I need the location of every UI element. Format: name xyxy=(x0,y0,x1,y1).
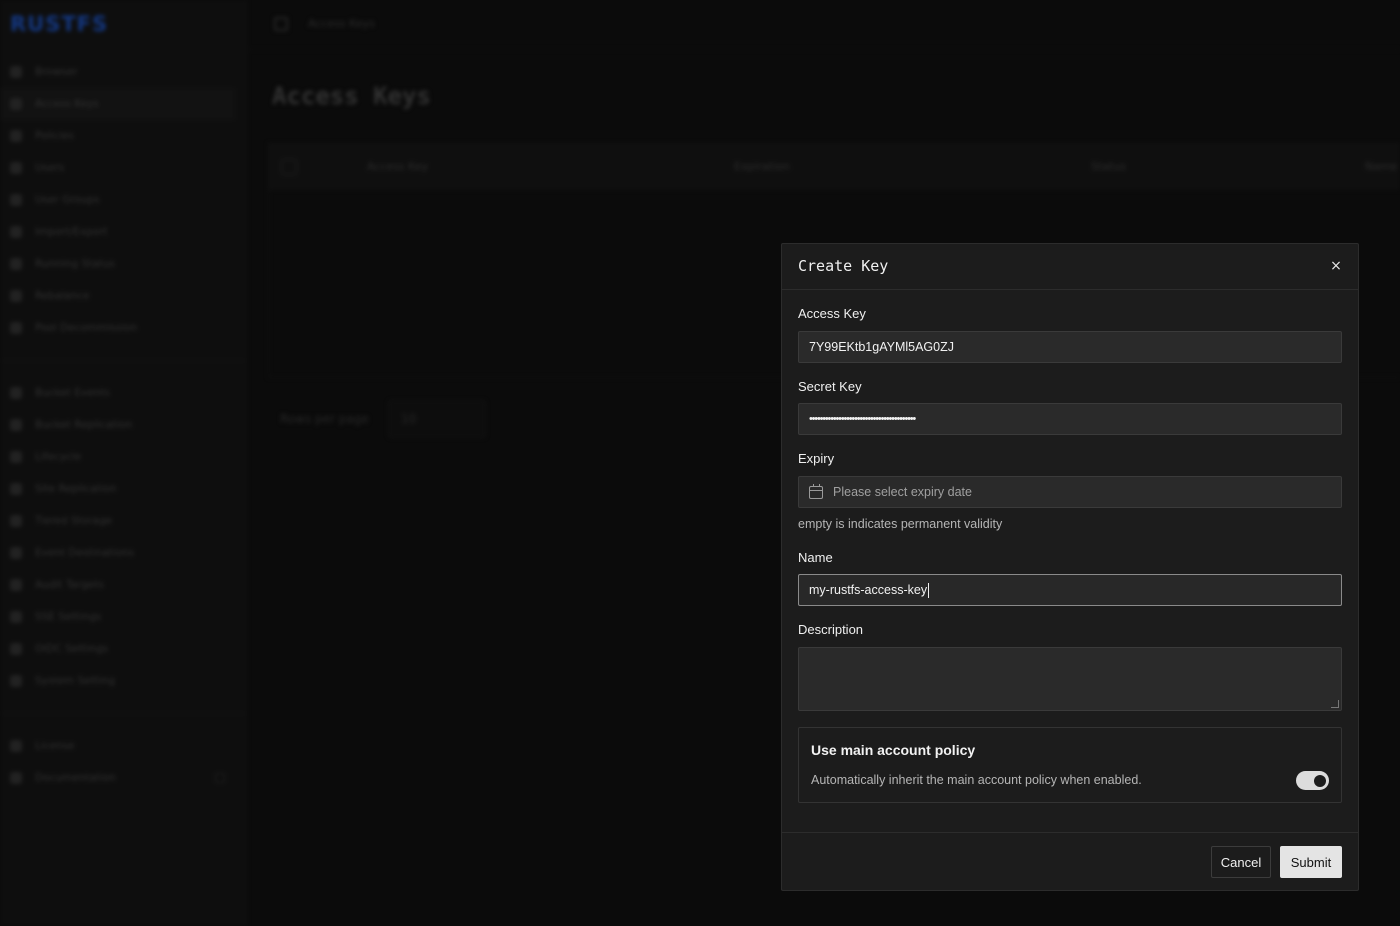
dialog-header: Create Key × xyxy=(782,244,1358,290)
access-key-input[interactable]: 7Y99EKtb1gAYMl5AG0ZJ xyxy=(798,331,1342,363)
policy-description: Automatically inherit the main account p… xyxy=(811,773,1142,787)
toggle-knob xyxy=(1313,774,1326,787)
resize-handle-icon[interactable] xyxy=(1331,700,1339,708)
main-account-policy-card: Use main account policy Automatically in… xyxy=(798,727,1342,803)
calendar-icon xyxy=(809,483,823,499)
text-caret xyxy=(928,582,930,598)
description-textarea[interactable] xyxy=(798,647,1342,711)
close-icon[interactable]: × xyxy=(1326,256,1346,276)
expiry-label: Expiry xyxy=(798,451,835,466)
dialog-title: Create Key xyxy=(798,257,889,275)
policy-title: Use main account policy xyxy=(811,742,976,758)
secret-key-label: Secret Key xyxy=(798,379,862,394)
cancel-button[interactable]: Cancel xyxy=(1211,846,1271,878)
secret-key-value: •••••••••••••••••••••••••••••••••••••••• xyxy=(809,413,916,425)
expiry-placeholder: Please select expiry date xyxy=(833,485,972,499)
submit-button[interactable]: Submit xyxy=(1280,846,1342,878)
access-key-label: Access Key xyxy=(798,306,866,321)
name-value: my-rustfs-access-key xyxy=(809,583,928,597)
access-key-value: 7Y99EKtb1gAYMl5AG0ZJ xyxy=(809,340,954,354)
use-main-policy-toggle[interactable] xyxy=(1296,771,1329,790)
dialog-footer: Cancel Submit xyxy=(782,832,1358,890)
name-input[interactable]: my-rustfs-access-key xyxy=(798,574,1342,606)
expiry-hint: empty is indicates permanent validity xyxy=(798,517,1003,531)
create-key-dialog: Create Key × Access Key 7Y99EKtb1gAYMl5A… xyxy=(781,243,1359,891)
description-label: Description xyxy=(798,622,864,637)
secret-key-input[interactable]: •••••••••••••••••••••••••••••••••••••••• xyxy=(798,403,1342,435)
name-label: Name xyxy=(798,550,833,565)
expiry-date-picker[interactable]: Please select expiry date xyxy=(798,476,1342,508)
